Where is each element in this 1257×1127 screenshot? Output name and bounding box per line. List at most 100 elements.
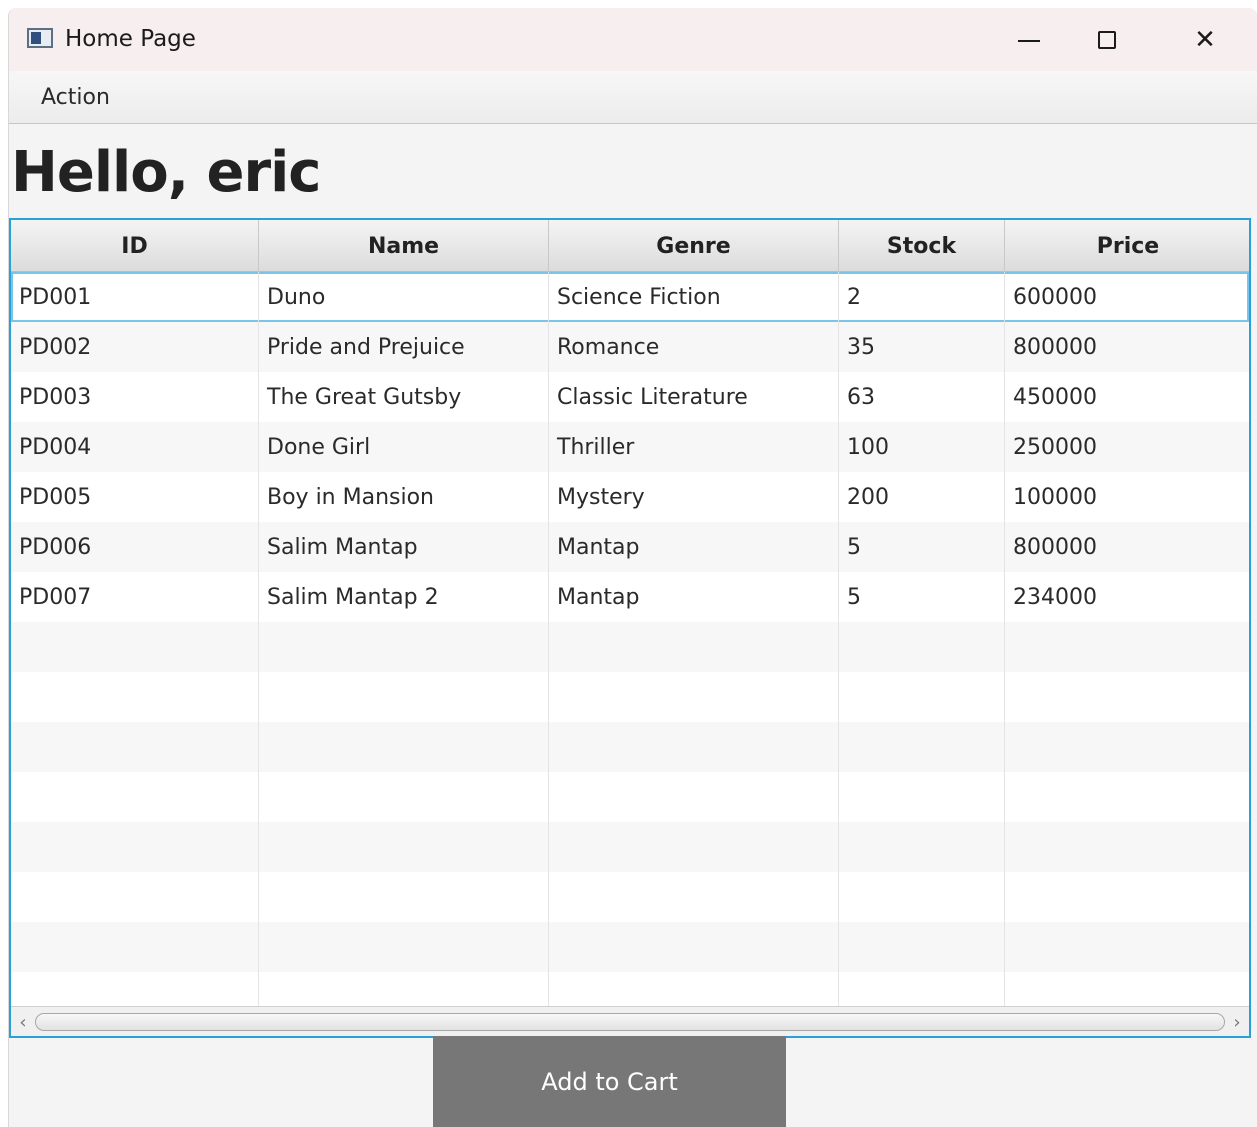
table-cell: 234000: [1013, 584, 1097, 610]
app-icon: [27, 28, 53, 48]
table-cell: Romance: [549, 322, 839, 372]
table-cell: [839, 922, 1005, 972]
table-cell: 63: [839, 372, 1005, 422]
table-cell: [839, 672, 1005, 722]
table-cell: [259, 822, 549, 872]
table-cell: [1005, 772, 1249, 822]
table-cell: Mantap: [549, 572, 839, 622]
table-cell: Mantap: [549, 522, 839, 572]
table-cell: 200: [839, 472, 1005, 522]
table-row[interactable]: PD003 The Great Gutsby Classic Literature 6…: [11, 372, 1249, 422]
table-cell: Thriller: [549, 422, 839, 472]
table-cell: [259, 672, 549, 722]
table-cell: [259, 922, 549, 972]
empty-table-row: [11, 772, 1249, 822]
table-cell: 250000: [1013, 434, 1097, 460]
minimize-button[interactable]: [989, 8, 1069, 71]
table-cell: Done Girl: [259, 422, 549, 472]
table-cell: Pride and Prejuice: [259, 322, 549, 372]
table-row[interactable]: PD005 Boy in Mansion Mystery 200 100000: [11, 472, 1249, 522]
table-cell: [11, 622, 259, 672]
scroll-right-icon[interactable]: ›: [1227, 1011, 1247, 1033]
horizontal-scrollbar[interactable]: ‹ ›: [11, 1006, 1249, 1036]
table-cell: 2: [839, 272, 1005, 322]
table-cell: [1005, 722, 1249, 772]
table-row[interactable]: PD007 Salim Mantap 2 Mantap 5 234000: [11, 572, 1249, 622]
table-cell: 800000: [1013, 334, 1097, 360]
table-cell: Boy in Mansion: [259, 472, 549, 522]
table-cell: 450000: [1013, 384, 1097, 410]
table-cell: [259, 722, 549, 772]
maximize-button[interactable]: [1067, 8, 1147, 71]
menu-action[interactable]: Action: [31, 83, 120, 112]
close-button[interactable]: ✕: [1165, 8, 1245, 71]
table-cell: [259, 872, 549, 922]
table-cell: 100: [839, 422, 1005, 472]
table-cell: [839, 622, 1005, 672]
table-cell: [1005, 622, 1249, 672]
add-to-cart-button[interactable]: Add to Cart: [433, 1036, 786, 1127]
table-cell: [839, 822, 1005, 872]
table-cell: 35: [839, 322, 1005, 372]
table-cell: [1005, 672, 1249, 722]
table-cell: [549, 672, 839, 722]
table-cell: [259, 622, 549, 672]
title-bar[interactable]: Home Page ✕: [9, 8, 1257, 71]
table-row[interactable]: PD006 Salim Mantap Mantap 5 800000: [11, 522, 1249, 572]
table-cell: [11, 772, 259, 822]
table-cell: [259, 772, 549, 822]
table-cell: 100000: [1013, 484, 1097, 510]
column-header-price[interactable]: Price: [1005, 220, 1249, 272]
table-row[interactable]: PD001 Duno Science Fiction 2 600000: [11, 272, 1249, 322]
product-table[interactable]: ID Name Genre Stock Price PD001 Duno Scien…: [9, 218, 1251, 1038]
empty-table-row: [11, 622, 1249, 672]
table-cell: PD004: [11, 422, 259, 472]
table-cell: [839, 722, 1005, 772]
app-window: Home Page ✕ Action Hello, eric ID Name G…: [8, 8, 1257, 1127]
table-cell: [1005, 822, 1249, 872]
table-cell: [549, 822, 839, 872]
table-cell: PD003: [11, 372, 259, 422]
table-cell: Classic Literature: [549, 372, 839, 422]
empty-table-row: [11, 872, 1249, 922]
table-cell: [11, 922, 259, 972]
greeting-heading: Hello, eric: [11, 140, 321, 205]
table-cell: [11, 722, 259, 772]
scroll-left-icon[interactable]: ‹: [13, 1011, 33, 1033]
table-cell: PD006: [11, 522, 259, 572]
table-cell: Salim Mantap: [259, 522, 549, 572]
table-cell: [11, 672, 259, 722]
table-cell: [549, 772, 839, 822]
table-cell: 800000: [1013, 534, 1097, 560]
table-cell: 5: [839, 572, 1005, 622]
table-cell: [11, 822, 259, 872]
table-cell: [1005, 922, 1249, 972]
empty-table-row: [11, 922, 1249, 972]
table-cell: Salim Mantap 2: [259, 572, 549, 622]
table-row[interactable]: PD004 Done Girl Thriller 100 250000: [11, 422, 1249, 472]
table-cell: 5: [839, 522, 1005, 572]
table-cell: [549, 722, 839, 772]
empty-table-row: [11, 672, 1249, 722]
table-cell: [549, 622, 839, 672]
minimize-icon: [1018, 39, 1040, 42]
close-icon: ✕: [1194, 24, 1216, 55]
column-header-id[interactable]: ID: [11, 220, 259, 272]
window-title: Home Page: [65, 26, 196, 52]
table-cell: [839, 872, 1005, 922]
column-header-name[interactable]: Name: [259, 220, 549, 272]
table-cell: Mystery: [549, 472, 839, 522]
menu-bar: Action: [9, 71, 1257, 124]
table-cell: PD005: [11, 472, 259, 522]
table-cell: 600000: [1013, 284, 1097, 310]
table-body: PD001 Duno Science Fiction 2 600000 PD002 Prid…: [11, 272, 1249, 1022]
table-cell: [1005, 872, 1249, 922]
table-cell: [839, 772, 1005, 822]
table-cell: Duno: [259, 272, 549, 322]
table-row[interactable]: PD002 Pride and Prejuice Romance 35 800000: [11, 322, 1249, 372]
column-header-genre[interactable]: Genre: [549, 220, 839, 272]
scrollbar-thumb[interactable]: [35, 1013, 1225, 1031]
table-cell: Science Fiction: [549, 272, 839, 322]
column-header-stock[interactable]: Stock: [839, 220, 1005, 272]
maximize-icon: [1098, 30, 1116, 49]
